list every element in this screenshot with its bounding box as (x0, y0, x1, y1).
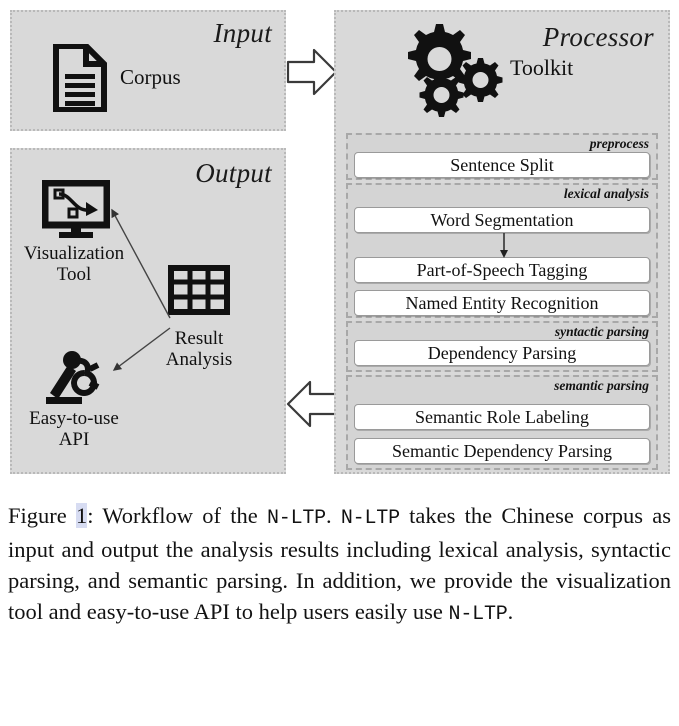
figure-caption: Figure 1: Workflow of the N-LTP. N-LTP t… (8, 500, 671, 630)
gears-icon (396, 18, 504, 123)
arrow-right-icon (286, 48, 338, 96)
arrow-left-icon (286, 380, 338, 428)
group-syntactic-parsing-label: syntactic parsing (554, 324, 649, 339)
caption-mono-nltp-3: N-LTP (448, 603, 508, 626)
caption-mono-nltp-2: N-LTP (340, 507, 400, 530)
document-icon (52, 43, 108, 117)
caption-after-number: : Workflow of the (87, 503, 267, 528)
module-part-of-speech-tagging[interactable]: Part-of-Speech Tagging (354, 257, 650, 283)
module-sentence-split[interactable]: Sentence Split (354, 152, 650, 178)
output-connector-arrows (111, 208, 171, 371)
input-panel-title: Input (213, 18, 272, 48)
module-semantic-role-labeling[interactable]: Semantic Role Labeling (354, 404, 650, 430)
caption-mono-nltp-1: N-LTP (266, 507, 326, 530)
module-word-segmentation[interactable]: Word Segmentation (354, 207, 650, 233)
figure-number-link[interactable]: 1 (76, 503, 88, 528)
module-named-entity-recognition[interactable]: Named Entity Recognition (354, 290, 650, 316)
group-semantic-parsing-label: semantic parsing (554, 378, 649, 393)
figure-workflow-diagram: Input Corpus Output Visualization Tool E… (0, 0, 679, 490)
group-preprocess-label: preprocess (589, 136, 649, 151)
module-dependency-parsing[interactable]: Dependency Parsing (354, 340, 650, 366)
group-lexical-analysis-label: lexical analysis (563, 186, 649, 201)
arrow-down-icon (500, 233, 508, 258)
input-panel: Input Corpus (10, 10, 286, 131)
module-semantic-dependency-parsing[interactable]: Semantic Dependency Parsing (354, 438, 650, 464)
caption-mid-1: . (325, 503, 341, 528)
caption-suffix: . (507, 599, 514, 624)
caption-prefix: Figure (8, 503, 76, 528)
processor-panel-title: Processor (542, 22, 654, 52)
arrow-result-to-visualization (111, 208, 171, 319)
corpus-label: Corpus (120, 65, 181, 89)
arrow-result-to-api (112, 327, 171, 371)
toolkit-label: Toolkit (510, 55, 574, 80)
